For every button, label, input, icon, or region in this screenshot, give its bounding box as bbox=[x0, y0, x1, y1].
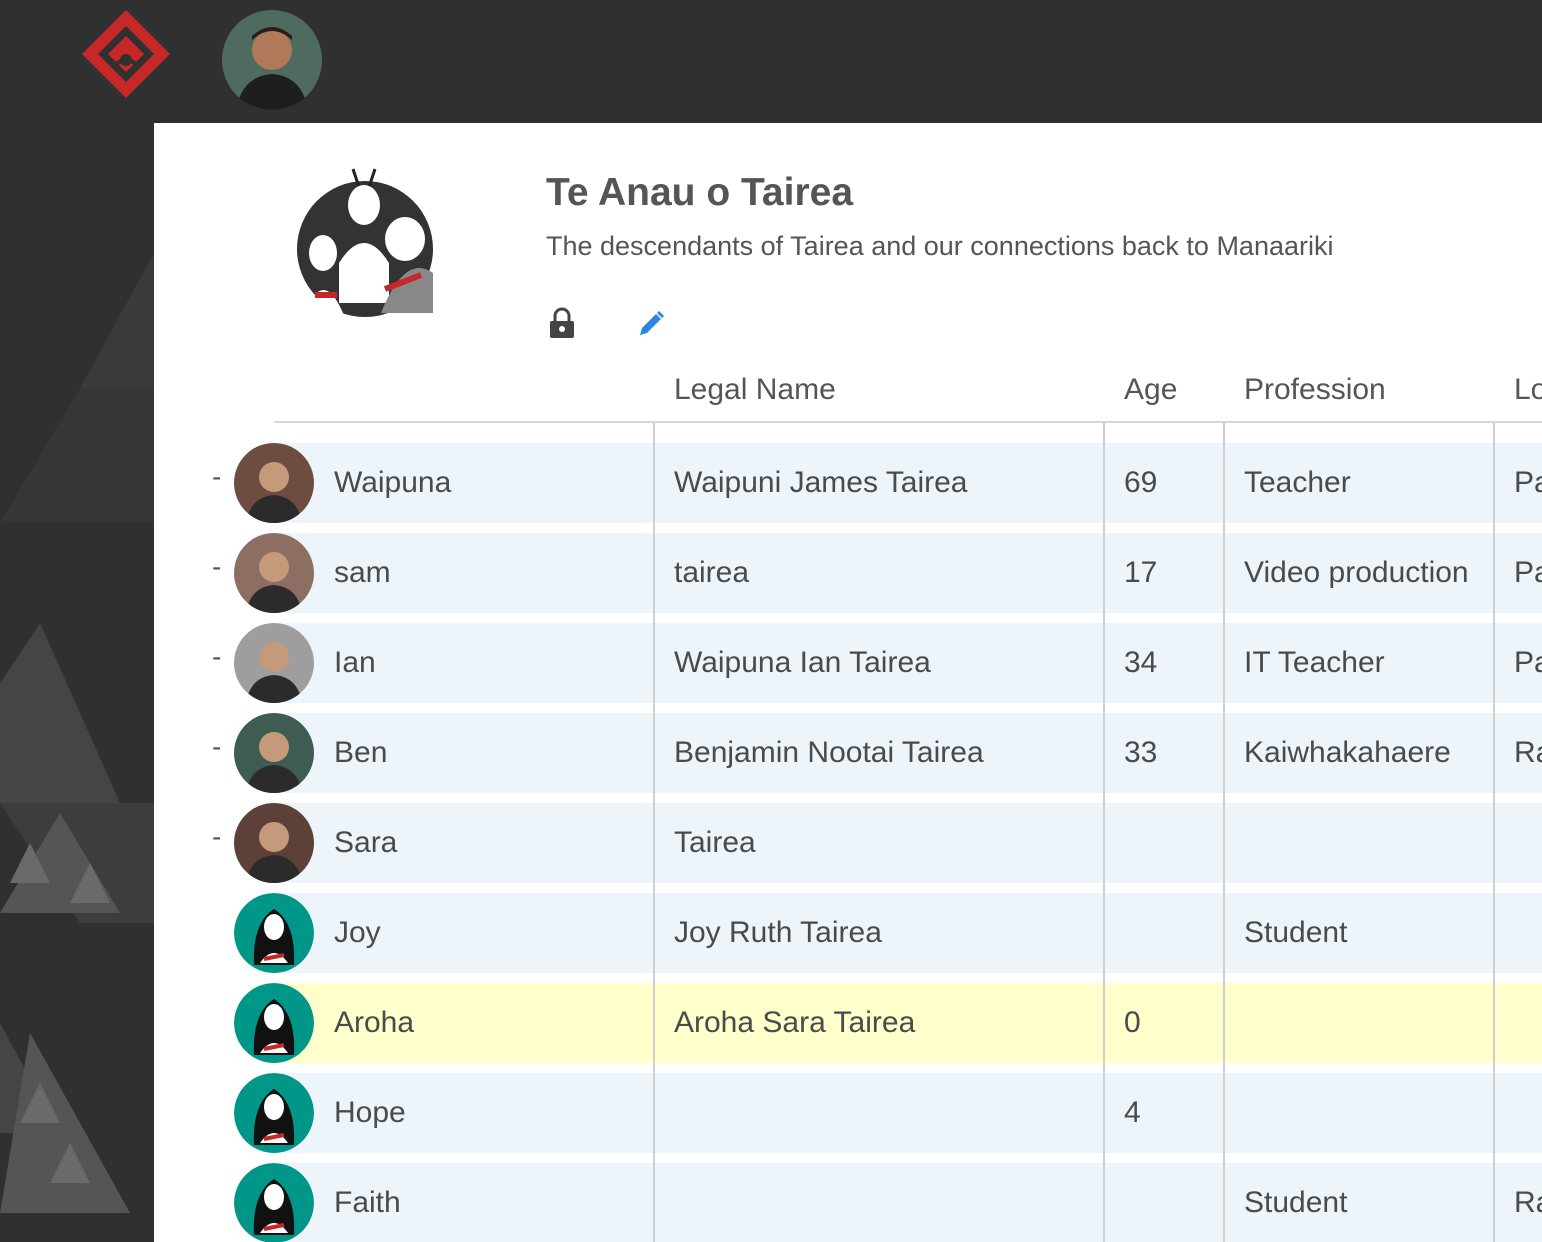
member-legal-name: Joy Ruth Tairea bbox=[674, 916, 882, 949]
member-avatar[interactable] bbox=[234, 443, 314, 523]
member-preferred-name: Joy bbox=[334, 916, 381, 949]
column-header-age[interactable]: Age bbox=[1124, 373, 1177, 407]
top-bar bbox=[0, 0, 1542, 123]
member-avatar[interactable] bbox=[234, 533, 314, 613]
member-avatar[interactable] bbox=[234, 1073, 314, 1153]
member-age: 33 bbox=[1124, 736, 1158, 769]
table-row[interactable]: Ben Benjamin Nootai Tairea 33 Kaiwhakahaere… bbox=[284, 713, 1542, 793]
group-content-panel: Te Anau o Tairea The descendants of Tair… bbox=[154, 123, 1542, 1242]
column-header-profession[interactable]: Profession bbox=[1244, 373, 1386, 407]
member-location: Pa bbox=[1514, 646, 1542, 679]
member-profession: Student bbox=[1244, 916, 1348, 949]
member-avatar[interactable] bbox=[234, 803, 314, 883]
member-age: 69 bbox=[1124, 466, 1158, 499]
member-avatar[interactable] bbox=[234, 623, 314, 703]
member-age: 34 bbox=[1124, 646, 1158, 679]
member-legal-name: Aroha Sara Tairea bbox=[674, 1006, 916, 1039]
member-preferred-name: Aroha bbox=[334, 1006, 415, 1039]
app-logo-icon[interactable] bbox=[80, 8, 172, 100]
member-age: 17 bbox=[1124, 556, 1158, 589]
member-age: 4 bbox=[1124, 1096, 1141, 1129]
member-avatar[interactable] bbox=[234, 893, 314, 973]
table-row[interactable]: Joy Joy Ruth Tairea Student bbox=[284, 893, 1542, 973]
member-legal-name: Tairea bbox=[674, 826, 756, 859]
member-preferred-name: sam bbox=[334, 556, 391, 589]
table-row[interactable]: Faith Student Ra bbox=[284, 1163, 1542, 1242]
column-header-location[interactable]: Lo bbox=[1514, 373, 1542, 407]
member-profession: Video production bbox=[1244, 556, 1469, 589]
collapse-toggle[interactable]: - bbox=[212, 551, 221, 583]
member-preferred-name: Ben bbox=[334, 736, 388, 769]
group-description: The descendants of Tairea and our connec… bbox=[546, 231, 1334, 261]
lock-icon bbox=[548, 307, 576, 339]
collapse-toggle[interactable]: - bbox=[212, 641, 221, 673]
column-divider bbox=[653, 423, 655, 1242]
member-avatar[interactable] bbox=[234, 1163, 314, 1242]
member-legal-name: Benjamin Nootai Tairea bbox=[674, 736, 984, 769]
column-header-legal-name[interactable]: Legal Name bbox=[674, 373, 836, 407]
member-legal-name: Waipuni James Tairea bbox=[674, 466, 968, 499]
current-user-avatar[interactable] bbox=[222, 10, 322, 110]
member-profession: IT Teacher bbox=[1244, 646, 1385, 679]
member-avatar[interactable] bbox=[234, 713, 314, 793]
member-preferred-name: Faith bbox=[334, 1186, 401, 1219]
member-age: 0 bbox=[1124, 1006, 1141, 1039]
member-preferred-name: Ian bbox=[334, 646, 376, 679]
member-legal-name: tairea bbox=[674, 556, 750, 589]
member-avatar[interactable] bbox=[234, 983, 314, 1063]
member-preferred-name: Hope bbox=[334, 1096, 406, 1129]
table-row[interactable]: Hope 4 bbox=[284, 1073, 1542, 1153]
member-location: Ra bbox=[1514, 736, 1542, 769]
table-row[interactable]: Aroha Aroha Sara Tairea 0 bbox=[284, 983, 1542, 1063]
member-profession: Kaiwhakahaere bbox=[1244, 736, 1451, 769]
header-divider bbox=[274, 421, 1542, 423]
group-title: Te Anau o Tairea bbox=[546, 171, 854, 214]
member-location: Ra bbox=[1514, 1186, 1542, 1219]
member-legal-name: Waipuna Ian Tairea bbox=[674, 646, 931, 679]
member-preferred-name: Waipuna bbox=[334, 466, 452, 499]
decorative-pattern bbox=[0, 123, 154, 1242]
member-location: Pa bbox=[1514, 556, 1542, 589]
column-divider bbox=[1493, 423, 1495, 1242]
group-avatar bbox=[295, 163, 435, 319]
table-row[interactable]: Sara Tairea bbox=[284, 803, 1542, 883]
collapse-toggle[interactable]: - bbox=[212, 461, 221, 493]
collapse-toggle[interactable]: - bbox=[212, 731, 221, 763]
table-row[interactable]: sam tairea 17 Video production Pa bbox=[284, 533, 1542, 613]
column-divider bbox=[1223, 423, 1225, 1242]
table-row[interactable]: Ian Waipuna Ian Tairea 34 IT Teacher Pa bbox=[284, 623, 1542, 703]
table-row[interactable]: Waipuna Waipuni James Tairea 69 Teacher Pa bbox=[284, 443, 1542, 523]
member-profession: Teacher bbox=[1244, 466, 1351, 499]
member-profession: Student bbox=[1244, 1186, 1348, 1219]
pencil-edit-icon[interactable] bbox=[636, 309, 666, 339]
collapse-toggle[interactable]: - bbox=[212, 821, 221, 853]
member-location: Pa bbox=[1514, 466, 1542, 499]
member-preferred-name: Sara bbox=[334, 826, 398, 859]
column-divider bbox=[1103, 423, 1105, 1242]
